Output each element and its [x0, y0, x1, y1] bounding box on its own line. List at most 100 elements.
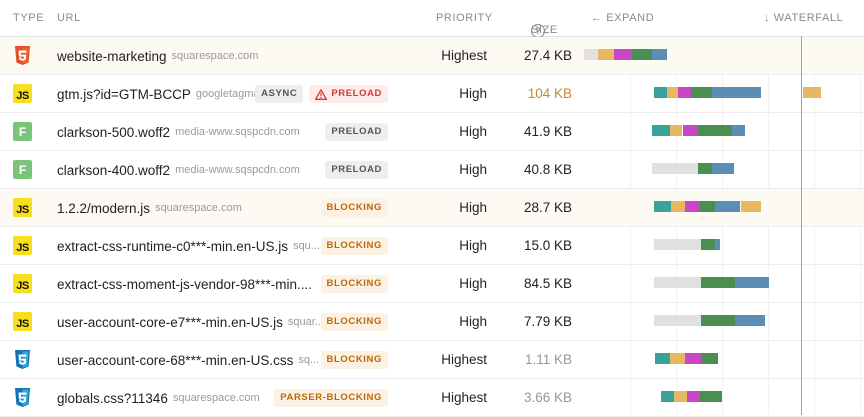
- table-row[interactable]: JS extract-css-moment-js-vendor-98***-mi…: [0, 265, 864, 303]
- request-size: 1.11 KB: [524, 352, 572, 367]
- table-header: TYPE URL PRIORITY SIZE ? ← EXPAND ↓ WATE…: [0, 0, 864, 38]
- request-priority: High: [459, 86, 487, 101]
- url-column-header[interactable]: URL: [57, 12, 81, 24]
- timing-bar-dns: [661, 391, 674, 402]
- waterfall-bars: [584, 113, 864, 151]
- request-size: 28.7 KB: [523, 200, 572, 215]
- timing-bar-ttfb: [700, 315, 736, 326]
- request-url: website-marketing: [57, 48, 167, 64]
- css3-icon: [13, 388, 32, 407]
- timing-bar-connect: [670, 201, 686, 212]
- timing-bar-ttfb: [691, 87, 713, 98]
- timing-bar-ttfb: [698, 125, 733, 136]
- request-size: 15.0 KB: [523, 238, 572, 253]
- request-url: user-account-core-e7***-min.en-US.js: [57, 314, 283, 330]
- timing-bar-ssl: [685, 353, 701, 364]
- request-badges: ASYNC PRELOAD: [255, 85, 388, 103]
- request-size: 27.4 KB: [523, 48, 572, 63]
- timing-bar-wait: [653, 239, 701, 250]
- css3-icon: [13, 350, 32, 369]
- timing-bar-connect: [597, 49, 614, 60]
- timing-bar-wait: [653, 277, 701, 288]
- table-row[interactable]: JS 1.2.2/modern.js squarespace.com BLOCK…: [0, 189, 864, 227]
- js-icon: JS: [13, 236, 32, 255]
- timing-bar-ssl: [678, 87, 691, 98]
- url-cell: extract-css-moment-js-vendor-98***-min..…: [57, 265, 317, 303]
- badge-preload: PRELOAD: [325, 161, 388, 179]
- table-row[interactable]: website-marketing squarespace.com Highes…: [0, 37, 864, 75]
- timing-bar-ssl: [613, 49, 632, 60]
- request-size: 104 KB: [527, 86, 572, 101]
- timing-bar-ttfb: [701, 353, 719, 364]
- badge-label: ASYNC: [261, 88, 298, 99]
- url-cell: user-account-core-e7***-min.en-US.js squ…: [57, 303, 324, 341]
- timing-bar-wait: [652, 163, 699, 174]
- warning-icon: [315, 88, 328, 100]
- request-domain: squar...: [287, 316, 324, 328]
- timing-bar-wait: [584, 49, 598, 60]
- font-icon: F: [13, 160, 32, 179]
- waterfall-bars: [584, 75, 864, 113]
- request-priority: Highest: [441, 352, 487, 367]
- badge-parser-blocking: PARSER-BLOCKING: [274, 389, 388, 407]
- timing-bar-connect: [803, 87, 822, 98]
- badge-blocking: BLOCKING: [320, 199, 388, 217]
- request-priority: High: [459, 124, 487, 139]
- waterfall-column-header[interactable]: ↓ WATERFALL: [764, 12, 843, 24]
- timing-bar-download: [652, 49, 667, 60]
- badge-label: BLOCKING: [326, 354, 382, 365]
- badge-label: PRELOAD: [331, 88, 382, 99]
- timing-bar-ssl: [685, 201, 700, 212]
- waterfall-bars: [584, 379, 864, 417]
- request-badges: BLOCKING: [320, 351, 388, 369]
- waterfall-bars: [584, 341, 864, 379]
- badge-preload: PRELOAD: [309, 85, 388, 103]
- table-row[interactable]: F clarkson-500.woff2 media-www.sqspcdn.c…: [0, 113, 864, 151]
- timing-bar-download: [715, 239, 720, 250]
- table-row[interactable]: JS user-account-core-e7***-min.en-US.js …: [0, 303, 864, 341]
- request-badges: BLOCKING: [320, 237, 388, 255]
- request-domain: media-www.sqspcdn.com: [175, 164, 300, 176]
- timing-bar-ttfb: [631, 49, 653, 60]
- request-url: globals.css?11346: [57, 390, 168, 406]
- request-badges: BLOCKING: [320, 275, 388, 293]
- badge-label: BLOCKING: [326, 278, 382, 289]
- table-row[interactable]: JS extract-css-runtime-c0***-min.en-US.j…: [0, 227, 864, 265]
- request-priority: Highest: [441, 390, 487, 405]
- request-priority: High: [459, 200, 487, 215]
- priority-column-header[interactable]: PRIORITY: [436, 12, 493, 24]
- expand-button[interactable]: ← EXPAND: [591, 12, 654, 24]
- timing-bar-ttfb: [700, 277, 736, 288]
- timing-bar-ssl: [682, 125, 699, 136]
- request-domain: sq...: [298, 354, 320, 366]
- url-cell: user-account-core-68***-min.en-US.css sq…: [57, 341, 319, 379]
- table-row[interactable]: user-account-core-68***-min.en-US.css sq…: [0, 341, 864, 379]
- waterfall-bars: [584, 227, 864, 265]
- table-row[interactable]: F clarkson-400.woff2 media-www.sqspcdn.c…: [0, 151, 864, 189]
- html5-icon: [13, 46, 32, 65]
- url-cell: globals.css?11346 squarespace.com: [57, 379, 260, 417]
- badge-label: BLOCKING: [326, 316, 382, 327]
- js-icon: JS: [13, 84, 32, 103]
- request-domain: squarespace.com: [171, 50, 259, 62]
- help-icon[interactable]: ?: [531, 24, 545, 38]
- timing-bar-download: [735, 315, 766, 326]
- timing-bar-ssl: [687, 391, 700, 402]
- request-waterfall-table: TYPE URL PRIORITY SIZE ? ← EXPAND ↓ WATE…: [0, 0, 864, 417]
- timing-bar-dns: [652, 125, 670, 136]
- timing-bar-ttfb: [700, 391, 722, 402]
- request-priority: High: [459, 314, 487, 329]
- type-column-header[interactable]: TYPE: [13, 12, 44, 24]
- timing-bar-dns: [654, 353, 670, 364]
- font-icon: F: [13, 122, 32, 141]
- timing-bar-download: [735, 277, 770, 288]
- js-icon: JS: [13, 274, 32, 293]
- timing-bar-wait: [653, 315, 701, 326]
- waterfall-bars: [584, 303, 864, 341]
- table-row[interactable]: JS gtm.js?id=GTM-BCCP googletagma... ASY…: [0, 75, 864, 113]
- js-icon: JS: [13, 198, 32, 217]
- url-cell: website-marketing squarespace.com: [57, 37, 258, 75]
- table-row[interactable]: globals.css?11346 squarespace.com PARSER…: [0, 379, 864, 417]
- badge-blocking: BLOCKING: [320, 351, 388, 369]
- waterfall-bars: [584, 37, 864, 75]
